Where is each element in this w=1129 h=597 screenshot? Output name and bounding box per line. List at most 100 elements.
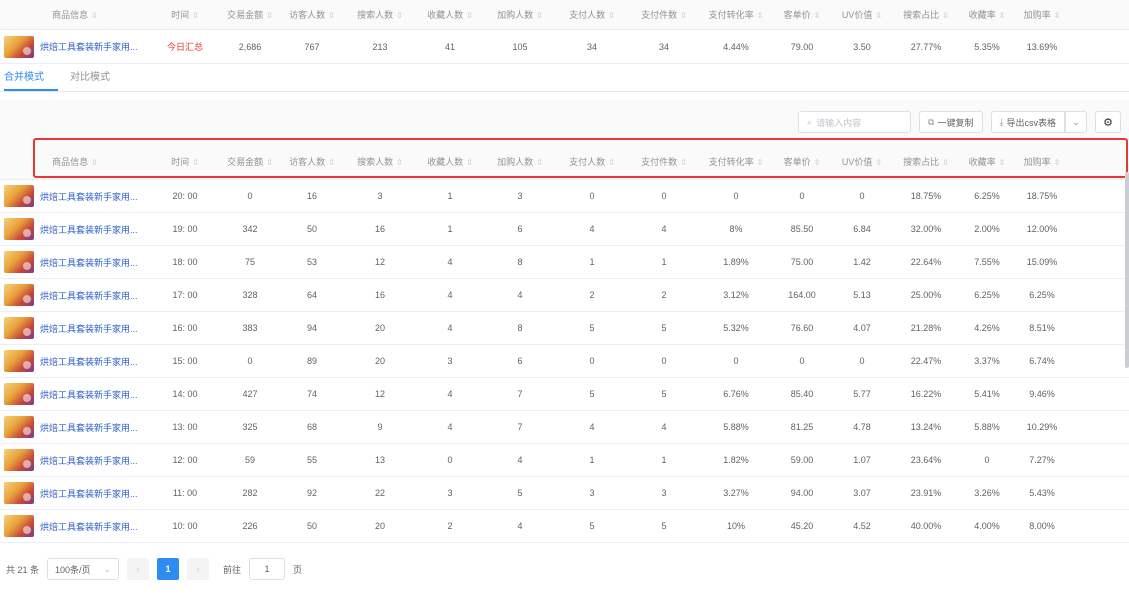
sort-icon[interactable]: ⇳ [1054,11,1061,20]
product-name-link[interactable]: 烘焙工具套装新手家用... [40,421,138,434]
page-size-select[interactable]: 100条/页 ⌄ [47,558,120,580]
sort-icon[interactable]: ⇳ [536,11,543,20]
sort-icon[interactable]: ⇳ [266,11,273,20]
sort-icon[interactable]: ⇳ [814,11,821,20]
product-name-link[interactable]: 烘焙工具套装新手家用... [40,190,138,203]
sort-icon[interactable]: ⇳ [608,158,615,167]
sort-icon[interactable]: ⇳ [396,158,403,167]
column-header-label: 支付件数 [641,157,678,167]
search-input[interactable]: ⌕ 请输入内容 [798,111,912,133]
column-header[interactable]: 支付件数 ⇳ [628,155,700,168]
product-name-link[interactable]: 烘焙工具套装新手家用... [40,355,138,368]
column-header[interactable]: 支付件数 ⇳ [628,8,700,21]
column-header[interactable]: 客单价 ⇳ [772,155,832,168]
prev-page-button[interactable]: ‹ [127,558,150,580]
data-cell: 45.20 [790,521,814,531]
tab-merge-mode[interactable]: 合并模式 [4,68,58,91]
export-csv-button[interactable]: ⤓ 导出csv表格 [990,111,1065,133]
product-name-link[interactable]: 烘焙工具套装新手家用... [40,322,138,335]
goto-page-input[interactable]: 1 [249,558,286,580]
product-name-link[interactable]: 烘焙工具套装新手家用... [40,487,138,500]
sort-icon[interactable]: ⇳ [875,158,882,167]
column-header[interactable]: 客单价 ⇳ [772,8,832,21]
table-row: 烘焙工具套装新手家用... 11: 00 282 92 22 3 5 3 3 3.27% 94.00… [0,477,1129,510]
column-header[interactable]: 加购率 ⇳ [1014,155,1070,168]
copy-button-label: 一键复制 [937,117,974,128]
column-header[interactable]: UV价值 ⇳ [832,155,892,168]
table-row: 烘焙工具套装新手家用... 18: 00 75 53 12 4 8 1 1 1.89% 75.00 1… [0,246,1129,279]
sort-icon[interactable]: ⇳ [680,11,687,20]
column-header[interactable]: 访客人数 ⇳ [280,8,344,21]
sort-icon[interactable]: ⇳ [396,11,403,20]
product-name-link[interactable]: 烘焙工具套装新手家用... [40,223,138,236]
column-header[interactable]: 交易金额 ⇳ [220,8,280,21]
sort-icon[interactable]: ⇳ [192,11,199,20]
sort-icon[interactable]: ⇳ [999,11,1006,20]
data-cell: 92 [306,488,317,498]
sort-icon[interactable]: ⇳ [757,158,764,167]
data-cell: 0 [447,455,453,465]
column-header[interactable]: 搜索占比 ⇳ [892,8,960,21]
product-cell: 烘焙工具套装新手家用... [0,35,150,58]
data-cell: 105 [512,41,528,52]
column-header[interactable]: 收藏率 ⇳ [960,155,1014,168]
tab-compare-mode[interactable]: 对比模式 [70,68,124,91]
column-header[interactable]: 加购人数 ⇳ [484,155,556,168]
column-header-label: 支付人数 [569,10,606,20]
sort-icon[interactable]: ⇳ [466,158,473,167]
sort-icon[interactable]: ⇳ [814,158,821,167]
column-header[interactable]: 收藏人数 ⇳ [416,8,484,21]
column-header[interactable]: 支付人数 ⇳ [556,155,628,168]
page-number-current[interactable]: 1 [157,558,180,580]
column-header[interactable]: 支付人数 ⇳ [556,8,628,21]
column-header[interactable]: 收藏率 ⇳ [960,8,1014,21]
sort-icon[interactable]: ⇳ [875,11,882,20]
column-header[interactable]: 支付转化率 ⇳ [700,8,772,21]
data-cell: 0 [984,455,990,465]
column-header[interactable]: 收藏人数 ⇳ [416,155,484,168]
data-cell: 6.25% [974,290,1000,300]
column-header[interactable]: UV价值 ⇳ [832,8,892,21]
next-page-button[interactable]: › [187,558,210,580]
column-header[interactable]: 商品信息 ⇳ [0,155,150,168]
settings-button[interactable]: ⚙ [1095,111,1121,133]
sort-icon[interactable]: ⇳ [192,158,199,167]
product-name-link[interactable]: 烘焙工具套装新手家用... [40,520,138,533]
sort-icon[interactable]: ⇳ [680,158,687,167]
column-header[interactable]: 搜索人数 ⇳ [344,155,416,168]
column-header[interactable]: 加购人数 ⇳ [484,8,556,21]
data-cell: 13.24% [910,422,942,432]
product-name-link[interactable]: 烘焙工具套装新手家用... [40,256,138,269]
vertical-scrollbar[interactable] [1125,172,1129,368]
sort-icon[interactable]: ⇳ [266,158,273,167]
sort-icon[interactable]: ⇳ [91,11,98,20]
sort-icon[interactable]: ⇳ [757,11,764,20]
export-dropdown-button[interactable]: ⌄ [1065,111,1087,133]
sort-icon[interactable]: ⇳ [328,158,335,167]
sort-icon[interactable]: ⇳ [1054,158,1061,167]
data-cell: 1 [589,257,595,267]
column-header[interactable]: 商品信息 ⇳ [0,8,150,21]
product-name-link[interactable]: 烘焙工具套装新手家用... [40,388,138,401]
sort-icon[interactable]: ⇳ [91,158,98,167]
product-name-link[interactable]: 烘焙工具套装新手家用... [40,289,138,302]
sort-icon[interactable]: ⇳ [608,11,615,20]
column-header[interactable]: 时间 ⇳ [150,155,220,168]
column-header[interactable]: 加购率 ⇳ [1014,8,1070,21]
sort-icon[interactable]: ⇳ [942,158,949,167]
sort-icon[interactable]: ⇳ [536,158,543,167]
column-header[interactable]: 搜索占比 ⇳ [892,155,960,168]
column-header[interactable]: 访客人数 ⇳ [280,155,344,168]
product-name-link[interactable]: 烘焙工具套装新手家用... [40,454,138,467]
data-cell: 4 [589,422,595,432]
sort-icon[interactable]: ⇳ [466,11,473,20]
sort-icon[interactable]: ⇳ [328,11,335,20]
column-header[interactable]: 搜索人数 ⇳ [344,8,416,21]
column-header[interactable]: 交易金额 ⇳ [220,155,280,168]
sort-icon[interactable]: ⇳ [999,158,1006,167]
sort-icon[interactable]: ⇳ [942,11,949,20]
column-header[interactable]: 时间 ⇳ [150,8,220,21]
product-name-link[interactable]: 烘焙工具套装新手家用... [40,40,138,53]
column-header[interactable]: 支付转化率 ⇳ [700,155,772,168]
copy-button[interactable]: ⧉ 一键复制 [919,111,983,133]
